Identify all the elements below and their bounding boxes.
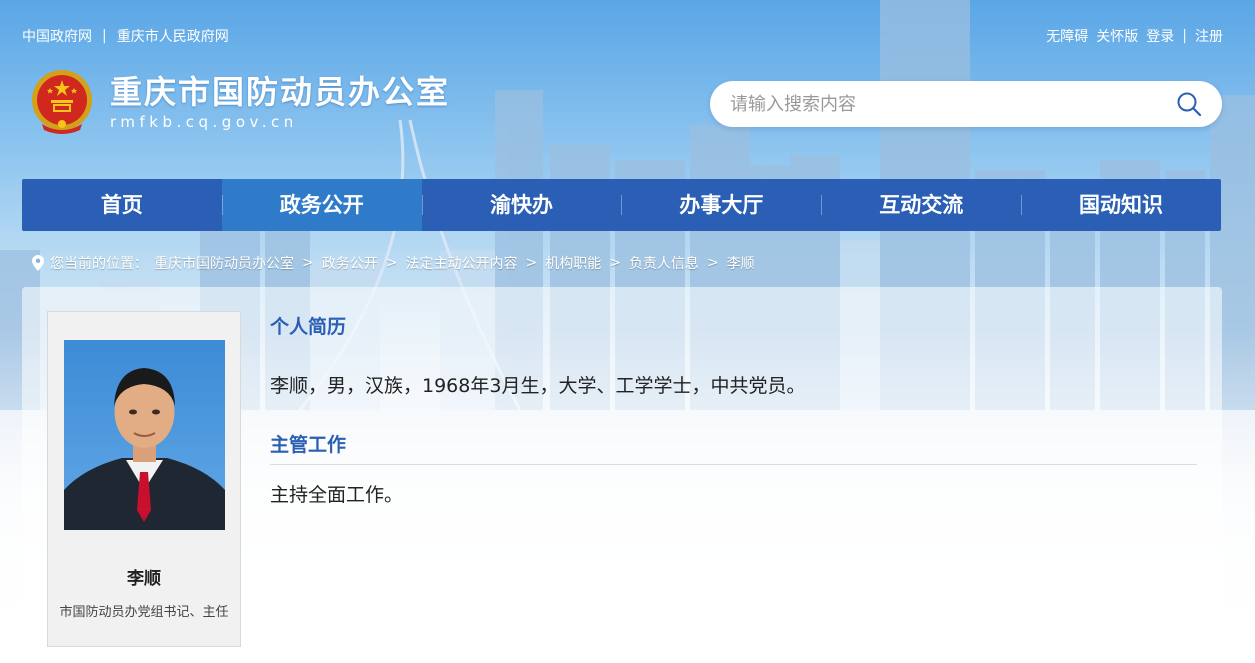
profile-position: 市国防动员办党组书记、主任 xyxy=(59,605,229,620)
top-utility-bar: 中国政府网 | 重庆市人民政府网 无障碍 关怀版 登录 | 注册 xyxy=(22,26,1223,46)
breadcrumb-prefix: 您当前的位置： xyxy=(50,256,148,272)
link-china-gov[interactable]: 中国政府网 xyxy=(22,26,92,46)
breadcrumb-arrow: > xyxy=(525,255,538,271)
search-icon[interactable] xyxy=(1176,91,1202,117)
section-title-resume: 个人简历 xyxy=(270,316,347,338)
breadcrumb-arrow: > xyxy=(706,255,719,271)
breadcrumb-item-functions[interactable]: 机构职能 xyxy=(545,253,601,273)
site-logo[interactable]: 重庆市国防动员办公室 rmfkb.cq.gov.cn xyxy=(26,66,450,138)
top-right-links: 无障碍 关怀版 登录 | 注册 xyxy=(1046,26,1223,46)
breadcrumb-item-home[interactable]: 重庆市国防动员办公室 xyxy=(154,253,294,273)
nav-interaction[interactable]: 互动交流 xyxy=(821,179,1021,231)
link-register[interactable]: 注册 xyxy=(1195,26,1223,46)
search-input[interactable] xyxy=(730,89,1170,119)
breadcrumb-item-affairs[interactable]: 政务公开 xyxy=(322,253,378,273)
link-chongqing-gov[interactable]: 重庆市人民政府网 xyxy=(117,26,229,46)
breadcrumb-arrow: > xyxy=(609,255,621,271)
profile-content: 个人简历 李顺，男，汉族，1968年3月生，大学、工学学士，中共党员。 主管工作… xyxy=(270,312,1197,509)
separator: | xyxy=(102,28,107,44)
breadcrumb-item-statutory[interactable]: 法定主动公开内容 xyxy=(405,253,517,273)
profile-card: 李顺 市国防动员办党组书记、主任 xyxy=(47,311,241,647)
location-pin-icon xyxy=(32,255,44,271)
section-text-resume: 李顺，男，汉族，1968年3月生，大学、工学学士，中共党员。 xyxy=(270,375,806,397)
separator: | xyxy=(1182,28,1187,44)
nav-home[interactable]: 首页 xyxy=(22,179,222,231)
nav-service-hall[interactable]: 办事大厅 xyxy=(621,179,821,231)
nav-government-affairs[interactable]: 政务公开 xyxy=(221,179,422,231)
section-text-work: 主持全面工作。 xyxy=(270,484,404,506)
link-care-mode[interactable]: 关怀版 xyxy=(1096,26,1138,46)
top-left-links: 中国政府网 | 重庆市人民政府网 xyxy=(22,26,229,46)
site-domain: rmfkb.cq.gov.cn xyxy=(110,113,298,131)
breadcrumb-arrow: > xyxy=(302,255,314,271)
site-name: 重庆市国防动员办公室 xyxy=(110,73,451,111)
profile-photo xyxy=(64,340,225,530)
link-login[interactable]: 登录 xyxy=(1146,26,1174,46)
nav-defense-knowledge[interactable]: 国动知识 xyxy=(1021,179,1221,231)
breadcrumb-item-current: 李顺 xyxy=(726,256,755,272)
breadcrumb-arrow: > xyxy=(385,255,398,271)
site-title-block: 重庆市国防动员办公室 rmfkb.cq.gov.cn xyxy=(110,73,450,131)
portrait-image xyxy=(64,368,225,530)
link-accessibility[interactable]: 无障碍 xyxy=(1046,26,1088,46)
section-title-work: 主管工作 xyxy=(270,434,347,456)
main-nav: 首页 政务公开 渝快办 办事大厅 互动交流 国动知识 xyxy=(22,179,1221,231)
breadcrumb-item-leaders[interactable]: 负责人信息 xyxy=(629,253,699,273)
search-box xyxy=(710,81,1222,127)
profile-name: 李顺 xyxy=(127,569,161,589)
breadcrumb: 您当前的位置： 重庆市国防动员办公室 > 政务公开 > 法定主动公开内容 > 机… xyxy=(32,253,755,273)
nav-yukuaiban[interactable]: 渝快办 xyxy=(421,179,622,231)
national-emblem-icon xyxy=(32,70,92,134)
